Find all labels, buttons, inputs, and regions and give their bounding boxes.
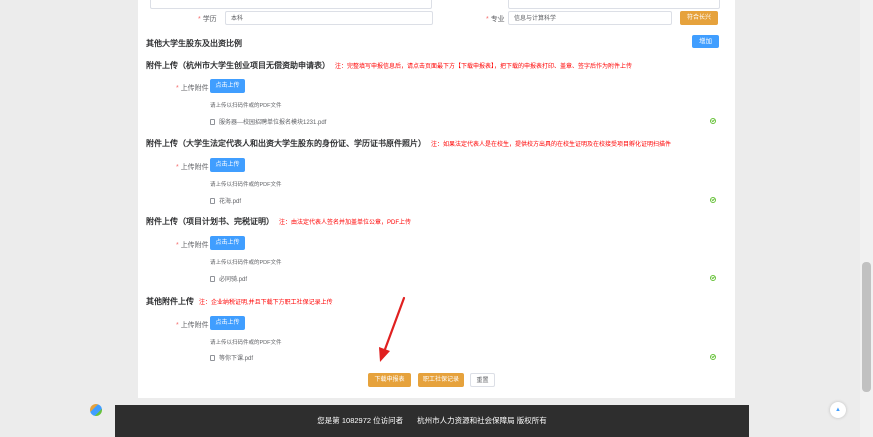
- page-scrollbar[interactable]: [860, 0, 873, 437]
- file-item-business-plan[interactable]: 必同骑.pdf: [210, 274, 247, 283]
- site-logo: [90, 404, 102, 416]
- back-to-top-button[interactable]: ▲: [830, 402, 846, 418]
- document-icon: [210, 119, 215, 125]
- reset-button[interactable]: 重置: [470, 373, 495, 387]
- top-input-right[interactable]: [508, 0, 720, 9]
- upload-button-application[interactable]: 点击上传: [210, 79, 245, 93]
- copyright-text: 杭州市人力资源和社会保障局 版权所有: [417, 416, 547, 425]
- major-label: * 专业: [486, 16, 505, 23]
- scrollbar-thumb[interactable]: [862, 262, 871, 392]
- file-item-other[interactable]: 等你下课.pdf: [210, 353, 253, 362]
- upload-button-id-documents[interactable]: 点击上传: [210, 158, 245, 172]
- add-shareholder-button[interactable]: 增加: [692, 35, 719, 48]
- document-icon: [210, 355, 215, 361]
- section-note-business-plan: 注：由法定代表人签名并加盖单位公章，PDF上传: [279, 220, 412, 226]
- major-input[interactable]: 信息与计算科学: [508, 11, 672, 25]
- upload-label-other: * 上传附件: [176, 322, 209, 329]
- visitor-counter: 您是第 1082972 位访问者: [317, 416, 404, 425]
- upload-tip-id-documents: 请上传以扫码件或的PDF文件: [210, 182, 282, 188]
- document-icon: [210, 198, 215, 204]
- check-circle-icon: [710, 118, 716, 124]
- section-title-business-plan: 附件上传（项目计划书、完税证明） 注：由法定代表人签名并加盖单位公章，PDF上传: [146, 217, 412, 226]
- section-note-other: 注：企业纳税证明,并且下载下方职工社保记录上传: [199, 300, 333, 306]
- check-circle-icon: [710, 197, 716, 203]
- section-title-other: 其他附件上传 注：企业纳税证明,并且下载下方职工社保记录上传: [146, 297, 333, 306]
- section-title-application: 附件上传（杭州市大学生创业项目无偿资助申请表） 注：完整填写申报信息后，请点击页面…: [146, 61, 633, 70]
- document-icon: [210, 276, 215, 282]
- upload-tip-business-plan: 请上传以扫码件或的PDF文件: [210, 260, 282, 266]
- upload-tip-other: 请上传以扫码件或的PDF文件: [210, 340, 282, 346]
- page-footer: 您是第 1082972 位访问者 杭州市人力资源和社会保障局 版权所有: [115, 405, 749, 437]
- file-item-id-documents[interactable]: 花海.pdf: [210, 196, 241, 205]
- education-label: * 学历: [198, 16, 217, 23]
- upload-button-business-plan[interactable]: 点击上传: [210, 236, 245, 250]
- caret-up-icon: ▲: [835, 407, 841, 413]
- check-circle-icon: [710, 275, 716, 281]
- upload-button-other[interactable]: 点击上传: [210, 316, 245, 330]
- major-check-button[interactable]: 符合长兴: [680, 11, 718, 25]
- shareholders-title: 其他大学生股东及出资比例: [146, 39, 242, 48]
- upload-label-application: * 上传附件: [176, 85, 209, 92]
- check-circle-icon: [710, 354, 716, 360]
- upload-tip-application: 请上传以扫码件或的PDF文件: [210, 103, 282, 109]
- upload-label-business-plan: * 上传附件: [176, 242, 209, 249]
- section-note-id-documents: 注：如果法定代表人是在校生，提供校方出具的在校生证明及在校接受项目孵化证明扫描件: [431, 142, 672, 148]
- upload-label-id-documents: * 上传附件: [176, 164, 209, 171]
- download-application-button[interactable]: 下载申报表: [368, 373, 411, 387]
- top-input-left[interactable]: [150, 0, 432, 9]
- education-input[interactable]: 本科: [225, 11, 433, 25]
- social-security-record-button[interactable]: 职工社保记录: [418, 373, 464, 387]
- section-title-id-documents: 附件上传（大学生法定代表人和出资大学生股东的身份证、学历证书原件照片） 注：如果法…: [146, 139, 672, 148]
- file-item-application[interactable]: 服务器---校园招聘单位报名模块1231.pdf: [210, 117, 326, 126]
- section-note-application: 注：完整填写申报信息后，请点击页面最下方【下载申报表】，把下载的申报表打印、盖章…: [335, 64, 633, 70]
